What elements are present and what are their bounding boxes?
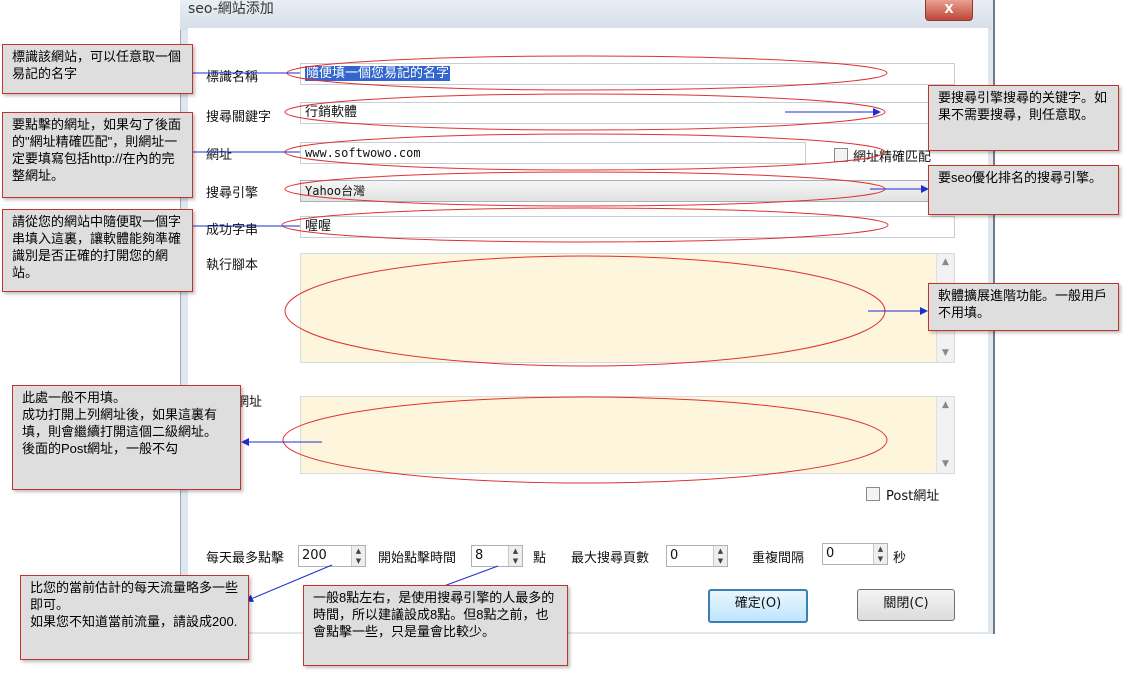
- start-time-value: 8: [475, 548, 484, 563]
- note-time: 一般8點左右，是使用搜尋引擎的人最多的時間，所以建議設成8點。但8點之前，也會點…: [303, 585, 568, 666]
- script-textarea[interactable]: ▲ ▼: [300, 253, 955, 363]
- scroll-up-icon[interactable]: ▲: [937, 254, 954, 271]
- spinner-arrows-icon[interactable]: ▲ ▼: [873, 544, 887, 564]
- engine-label: 搜尋引擎: [206, 186, 259, 201]
- note-second-url-line1: 此處一般不用填。: [22, 390, 127, 405]
- note-second-url: 此處一般不用填。 成功打開上列網址後，如果這裏有填，則會繼續打開這個二級網址。 …: [12, 385, 241, 490]
- success-string-label: 成功字串: [206, 223, 259, 238]
- note-name: 標識該網站，可以任意取一個易記的名字: [2, 44, 193, 94]
- start-time-unit: 點: [533, 551, 547, 566]
- post-url-checkbox[interactable]: [866, 487, 880, 501]
- max-pages-label: 最大搜尋頁數: [571, 551, 650, 566]
- close-window-button[interactable]: X: [925, 0, 973, 21]
- note-clicks-line2: 如果您不知道當前流量，請設成200.: [30, 614, 238, 629]
- note-clicks: 比您的當前估計的每天流量略多一些即可。 如果您不知道當前流量，請設成200.: [20, 575, 249, 660]
- note-success: 請從您的網站中隨便取一個字串填入這裏，讓軟體能夠準確識別是否正確的打開您的網站。: [2, 209, 193, 292]
- scroll-up-icon[interactable]: ▲: [937, 397, 954, 414]
- scroll-down-icon[interactable]: ▼: [937, 345, 954, 362]
- keyword-input[interactable]: 行銷軟體: [300, 102, 955, 124]
- name-input-value: 隨便填一個您易記的名字: [305, 66, 451, 81]
- note-clicks-line1: 比您的當前估計的每天流量略多一些即可。: [30, 580, 239, 612]
- title-bar: seo-網站添加 X: [180, 0, 992, 30]
- script-label: 執行腳本: [206, 258, 259, 273]
- repeat-interval-unit: 秒: [893, 551, 907, 566]
- success-string-input[interactable]: 喔喔: [300, 216, 955, 238]
- scroll-down-icon[interactable]: ▼: [937, 456, 954, 473]
- exact-match-label: 網址精確匹配: [853, 150, 932, 165]
- spinner-arrows-icon[interactable]: ▲ ▼: [351, 546, 365, 566]
- repeat-interval-value: 0: [826, 546, 835, 561]
- note-second-url-line3: 後面的Post網址，一般不勾: [22, 441, 179, 456]
- second-url-scrollbar[interactable]: ▲ ▼: [936, 397, 954, 473]
- note-url: 要點擊的網址，如果勾了後面的"網址精確匹配"，則網址一定要填寫包括http://…: [2, 112, 193, 198]
- repeat-interval-spinner[interactable]: 0 ▲ ▼: [822, 543, 888, 565]
- note-second-url-line2: 成功打開上列網址後，如果這裏有填，則會繼續打開這個二級網址。: [22, 407, 218, 439]
- start-time-spinner[interactable]: 8 ▲ ▼: [471, 545, 523, 567]
- note-engine: 要seo優化排名的搜尋引擎。: [928, 165, 1119, 215]
- max-pages-spinner[interactable]: 0 ▲ ▼: [666, 545, 728, 567]
- post-url-label: Post網址: [886, 489, 940, 504]
- note-script: 軟體擴展進階功能。一般用戶不用填。: [928, 283, 1119, 331]
- search-engine-select[interactable]: Yahoo台灣: [300, 180, 955, 202]
- spinner-arrows-icon[interactable]: ▲ ▼: [713, 546, 727, 566]
- keyword-label: 搜尋關鍵字: [206, 110, 272, 125]
- exact-match-checkbox[interactable]: [834, 148, 848, 162]
- url-input[interactable]: www.softwowo.com: [300, 142, 806, 164]
- max-clicks-spinner[interactable]: 200 ▲ ▼: [298, 545, 366, 567]
- max-clicks-value: 200: [302, 548, 327, 563]
- max-pages-value: 0: [670, 548, 679, 563]
- repeat-interval-label: 重複間隔: [752, 551, 805, 566]
- second-url-textarea[interactable]: ▲ ▼: [300, 396, 955, 474]
- close-icon: X: [944, 2, 954, 16]
- name-label: 標識名稱: [206, 70, 259, 85]
- window-title: seo-網站添加: [188, 1, 274, 17]
- url-label: 網址: [206, 148, 233, 163]
- start-time-label: 開始點擊時間: [378, 551, 457, 566]
- spinner-arrows-icon[interactable]: ▲ ▼: [508, 546, 522, 566]
- close-button[interactable]: 關閉(C): [857, 589, 955, 621]
- ok-button[interactable]: 確定(O): [708, 589, 808, 623]
- name-input[interactable]: 隨便填一個您易記的名字: [300, 63, 955, 85]
- max-clicks-label: 每天最多點擊: [206, 551, 285, 566]
- search-engine-value: Yahoo台灣: [305, 184, 366, 198]
- note-keyword: 要搜尋引擎搜尋的关键字。如果不需要搜尋，則任意取。: [928, 85, 1119, 151]
